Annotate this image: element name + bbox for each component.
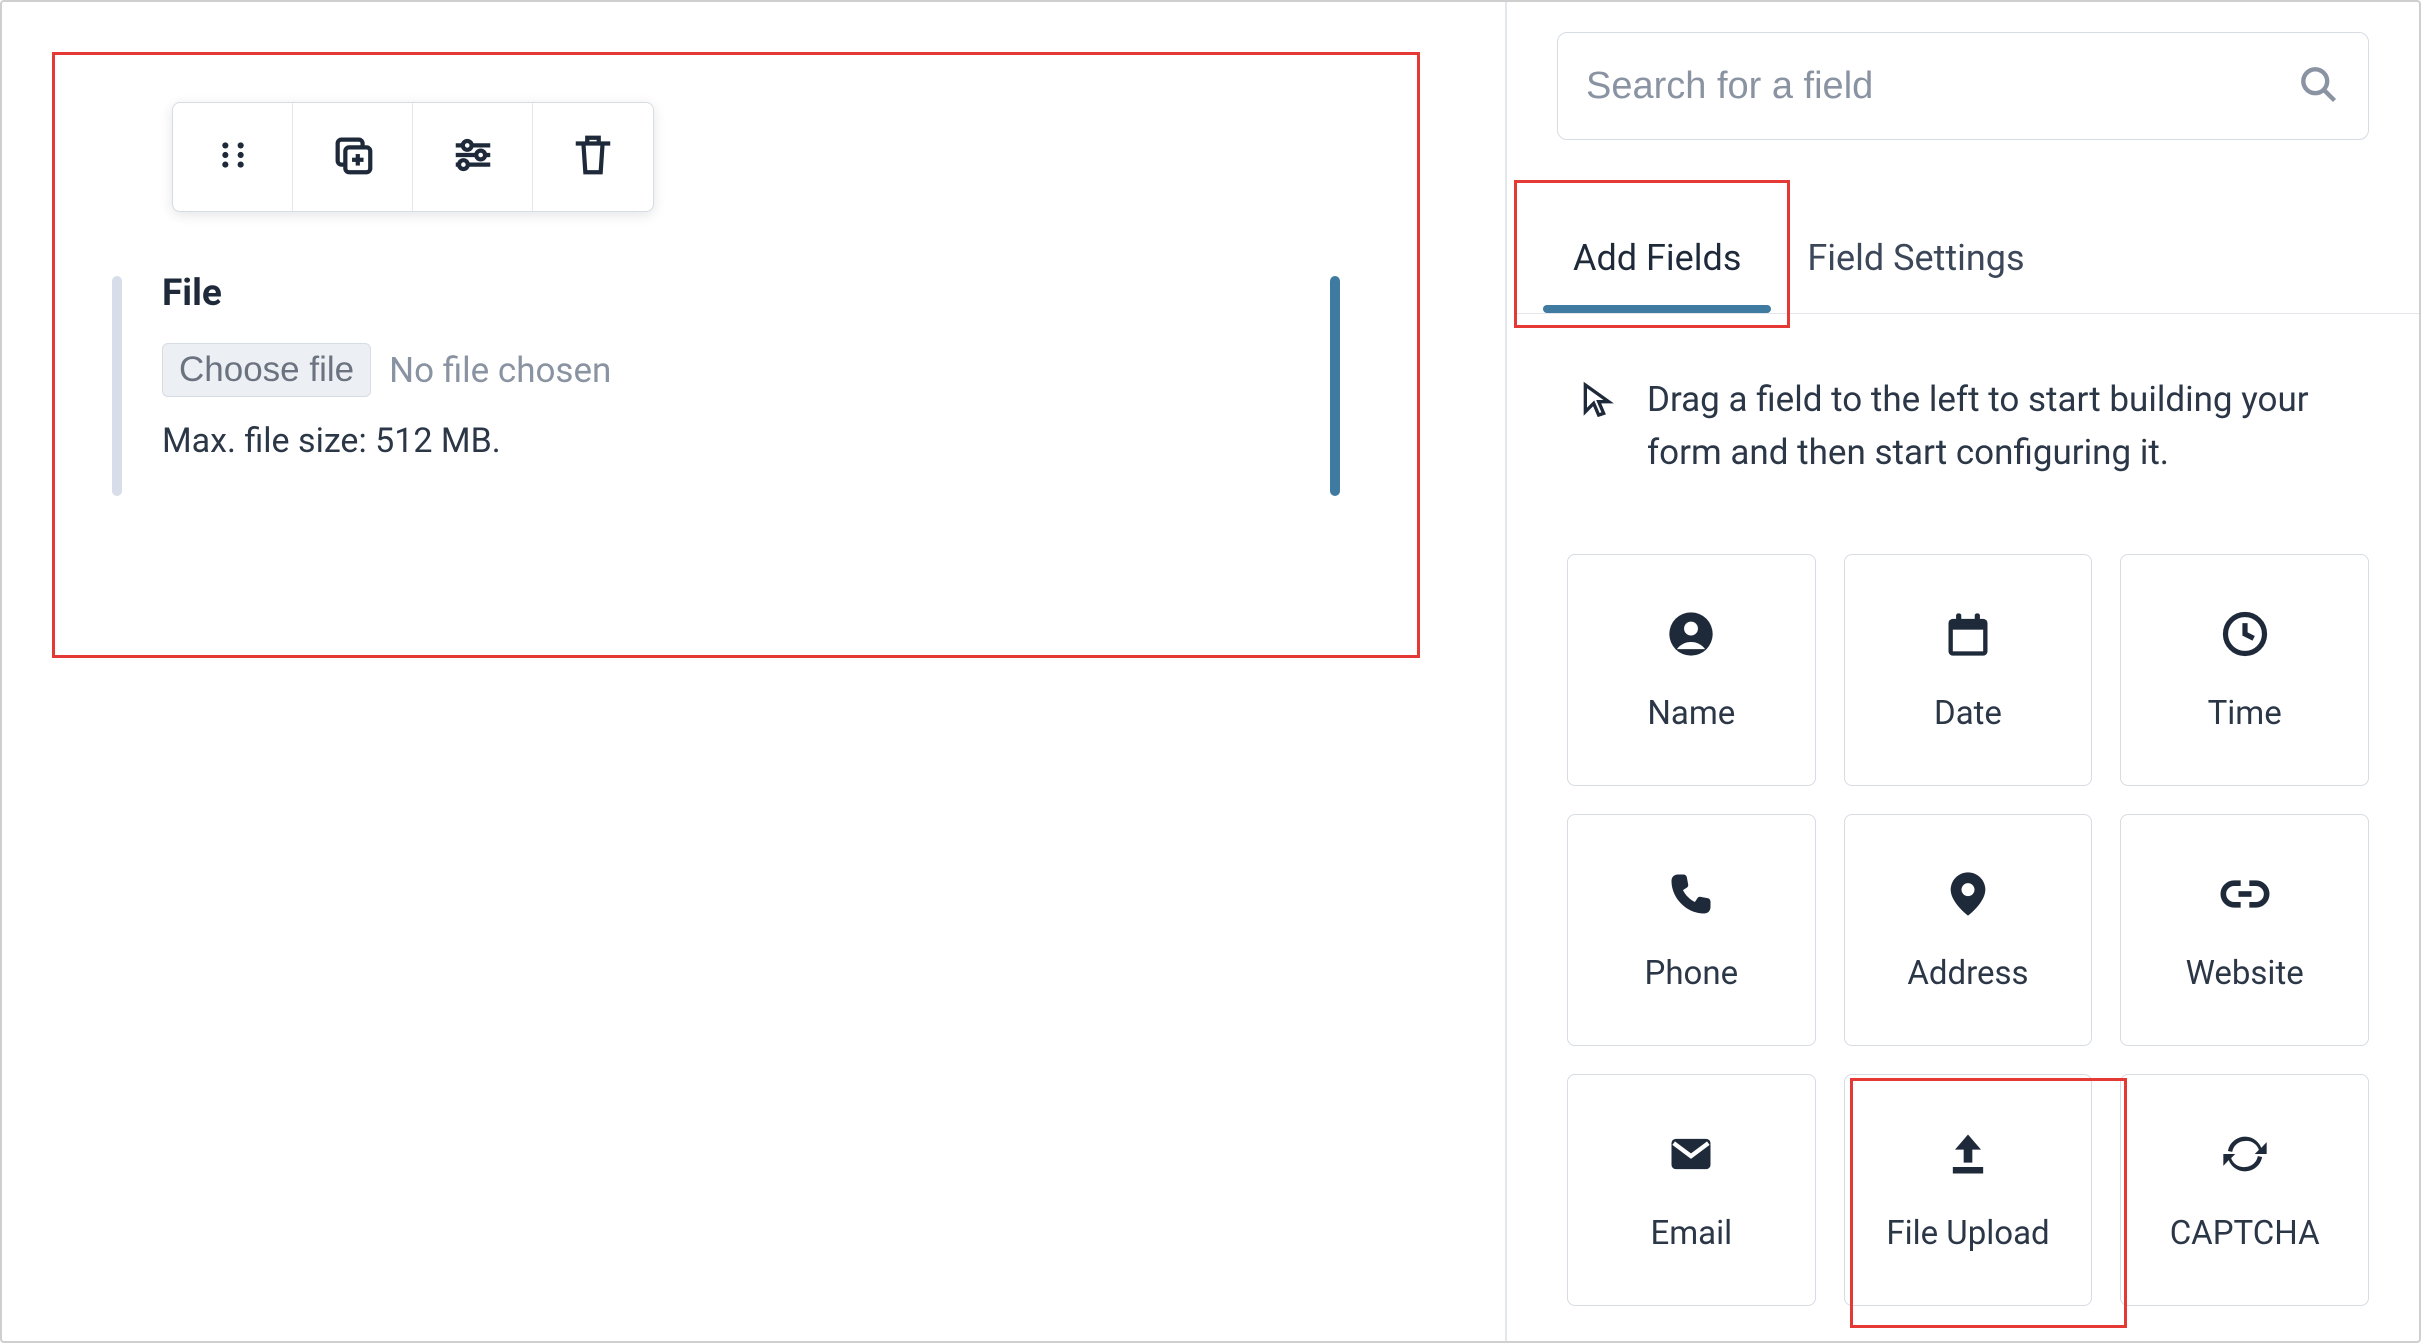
- calendar-icon: [1942, 608, 1994, 660]
- edit-settings-button[interactable]: [413, 103, 533, 211]
- cursor-icon: [1577, 374, 1617, 424]
- tile-label: Address: [1907, 954, 2028, 993]
- field-search[interactable]: [1557, 32, 2369, 140]
- delete-button[interactable]: [533, 103, 653, 211]
- field-tile-date[interactable]: Date: [1844, 554, 2093, 786]
- file-size-hint: Max. file size: 512 MB.: [162, 421, 1340, 461]
- tile-label: File Upload: [1886, 1214, 2049, 1253]
- no-file-text: No file chosen: [389, 350, 611, 391]
- field-tile-file-upload[interactable]: File Upload: [1844, 1074, 2093, 1306]
- tile-label: Time: [2208, 694, 2282, 733]
- tile-label: CAPTCHA: [2170, 1214, 2320, 1253]
- tab-add-fields[interactable]: Add Fields: [1553, 237, 1761, 313]
- field-tile-captcha[interactable]: CAPTCHA: [2120, 1074, 2369, 1306]
- tile-label: Name: [1647, 694, 1735, 733]
- field-label: File: [162, 272, 1340, 315]
- trash-icon: [570, 132, 616, 182]
- field-grid: Name Date Time Phone: [1567, 554, 2369, 1306]
- tile-label: Website: [2186, 954, 2304, 993]
- field-tile-phone[interactable]: Phone: [1567, 814, 1816, 1046]
- mail-icon: [1665, 1128, 1717, 1180]
- field-tile-name[interactable]: Name: [1567, 554, 1816, 786]
- tile-label: Email: [1650, 1214, 1732, 1253]
- drag-handle-icon: [210, 132, 256, 182]
- clock-icon: [2219, 608, 2271, 660]
- field-tile-website[interactable]: Website: [2120, 814, 2369, 1046]
- upload-icon: [1942, 1128, 1994, 1180]
- duplicate-icon: [330, 132, 376, 182]
- app-frame: File Choose file No file chosen Max. fil…: [0, 0, 2421, 1343]
- drag-handle-button[interactable]: [173, 103, 293, 211]
- field-tile-email[interactable]: Email: [1567, 1074, 1816, 1306]
- link-icon: [2219, 868, 2271, 920]
- form-canvas[interactable]: File Choose file No file chosen Max. fil…: [2, 2, 1507, 1341]
- field-right-indicator: [1330, 276, 1340, 496]
- tile-label: Phone: [1645, 954, 1739, 993]
- field-tile-address[interactable]: Address: [1844, 814, 2093, 1046]
- sidebar: Add Fields Field Settings Drag a field t…: [1507, 2, 2419, 1341]
- sliders-icon: [450, 132, 496, 182]
- instruction-text: Drag a field to the left to start buildi…: [1647, 374, 2369, 479]
- instruction-row: Drag a field to the left to start buildi…: [1577, 374, 2369, 479]
- tab-field-settings[interactable]: Field Settings: [1787, 237, 2044, 313]
- tile-label: Date: [1934, 694, 2002, 733]
- person-icon: [1665, 608, 1717, 660]
- phone-icon: [1665, 868, 1717, 920]
- search-icon: [2296, 62, 2340, 110]
- file-field-block[interactable]: File Choose file No file chosen Max. fil…: [112, 268, 1340, 496]
- pin-icon: [1942, 868, 1994, 920]
- field-left-indicator: [112, 276, 122, 496]
- search-input[interactable]: [1586, 65, 2296, 108]
- field-tile-time[interactable]: Time: [2120, 554, 2369, 786]
- refresh-icon: [2219, 1128, 2271, 1180]
- field-toolbar: [172, 102, 654, 212]
- choose-file-button[interactable]: Choose file: [162, 343, 371, 397]
- sidebar-tabs: Add Fields Field Settings: [1517, 188, 2419, 314]
- duplicate-button[interactable]: [293, 103, 413, 211]
